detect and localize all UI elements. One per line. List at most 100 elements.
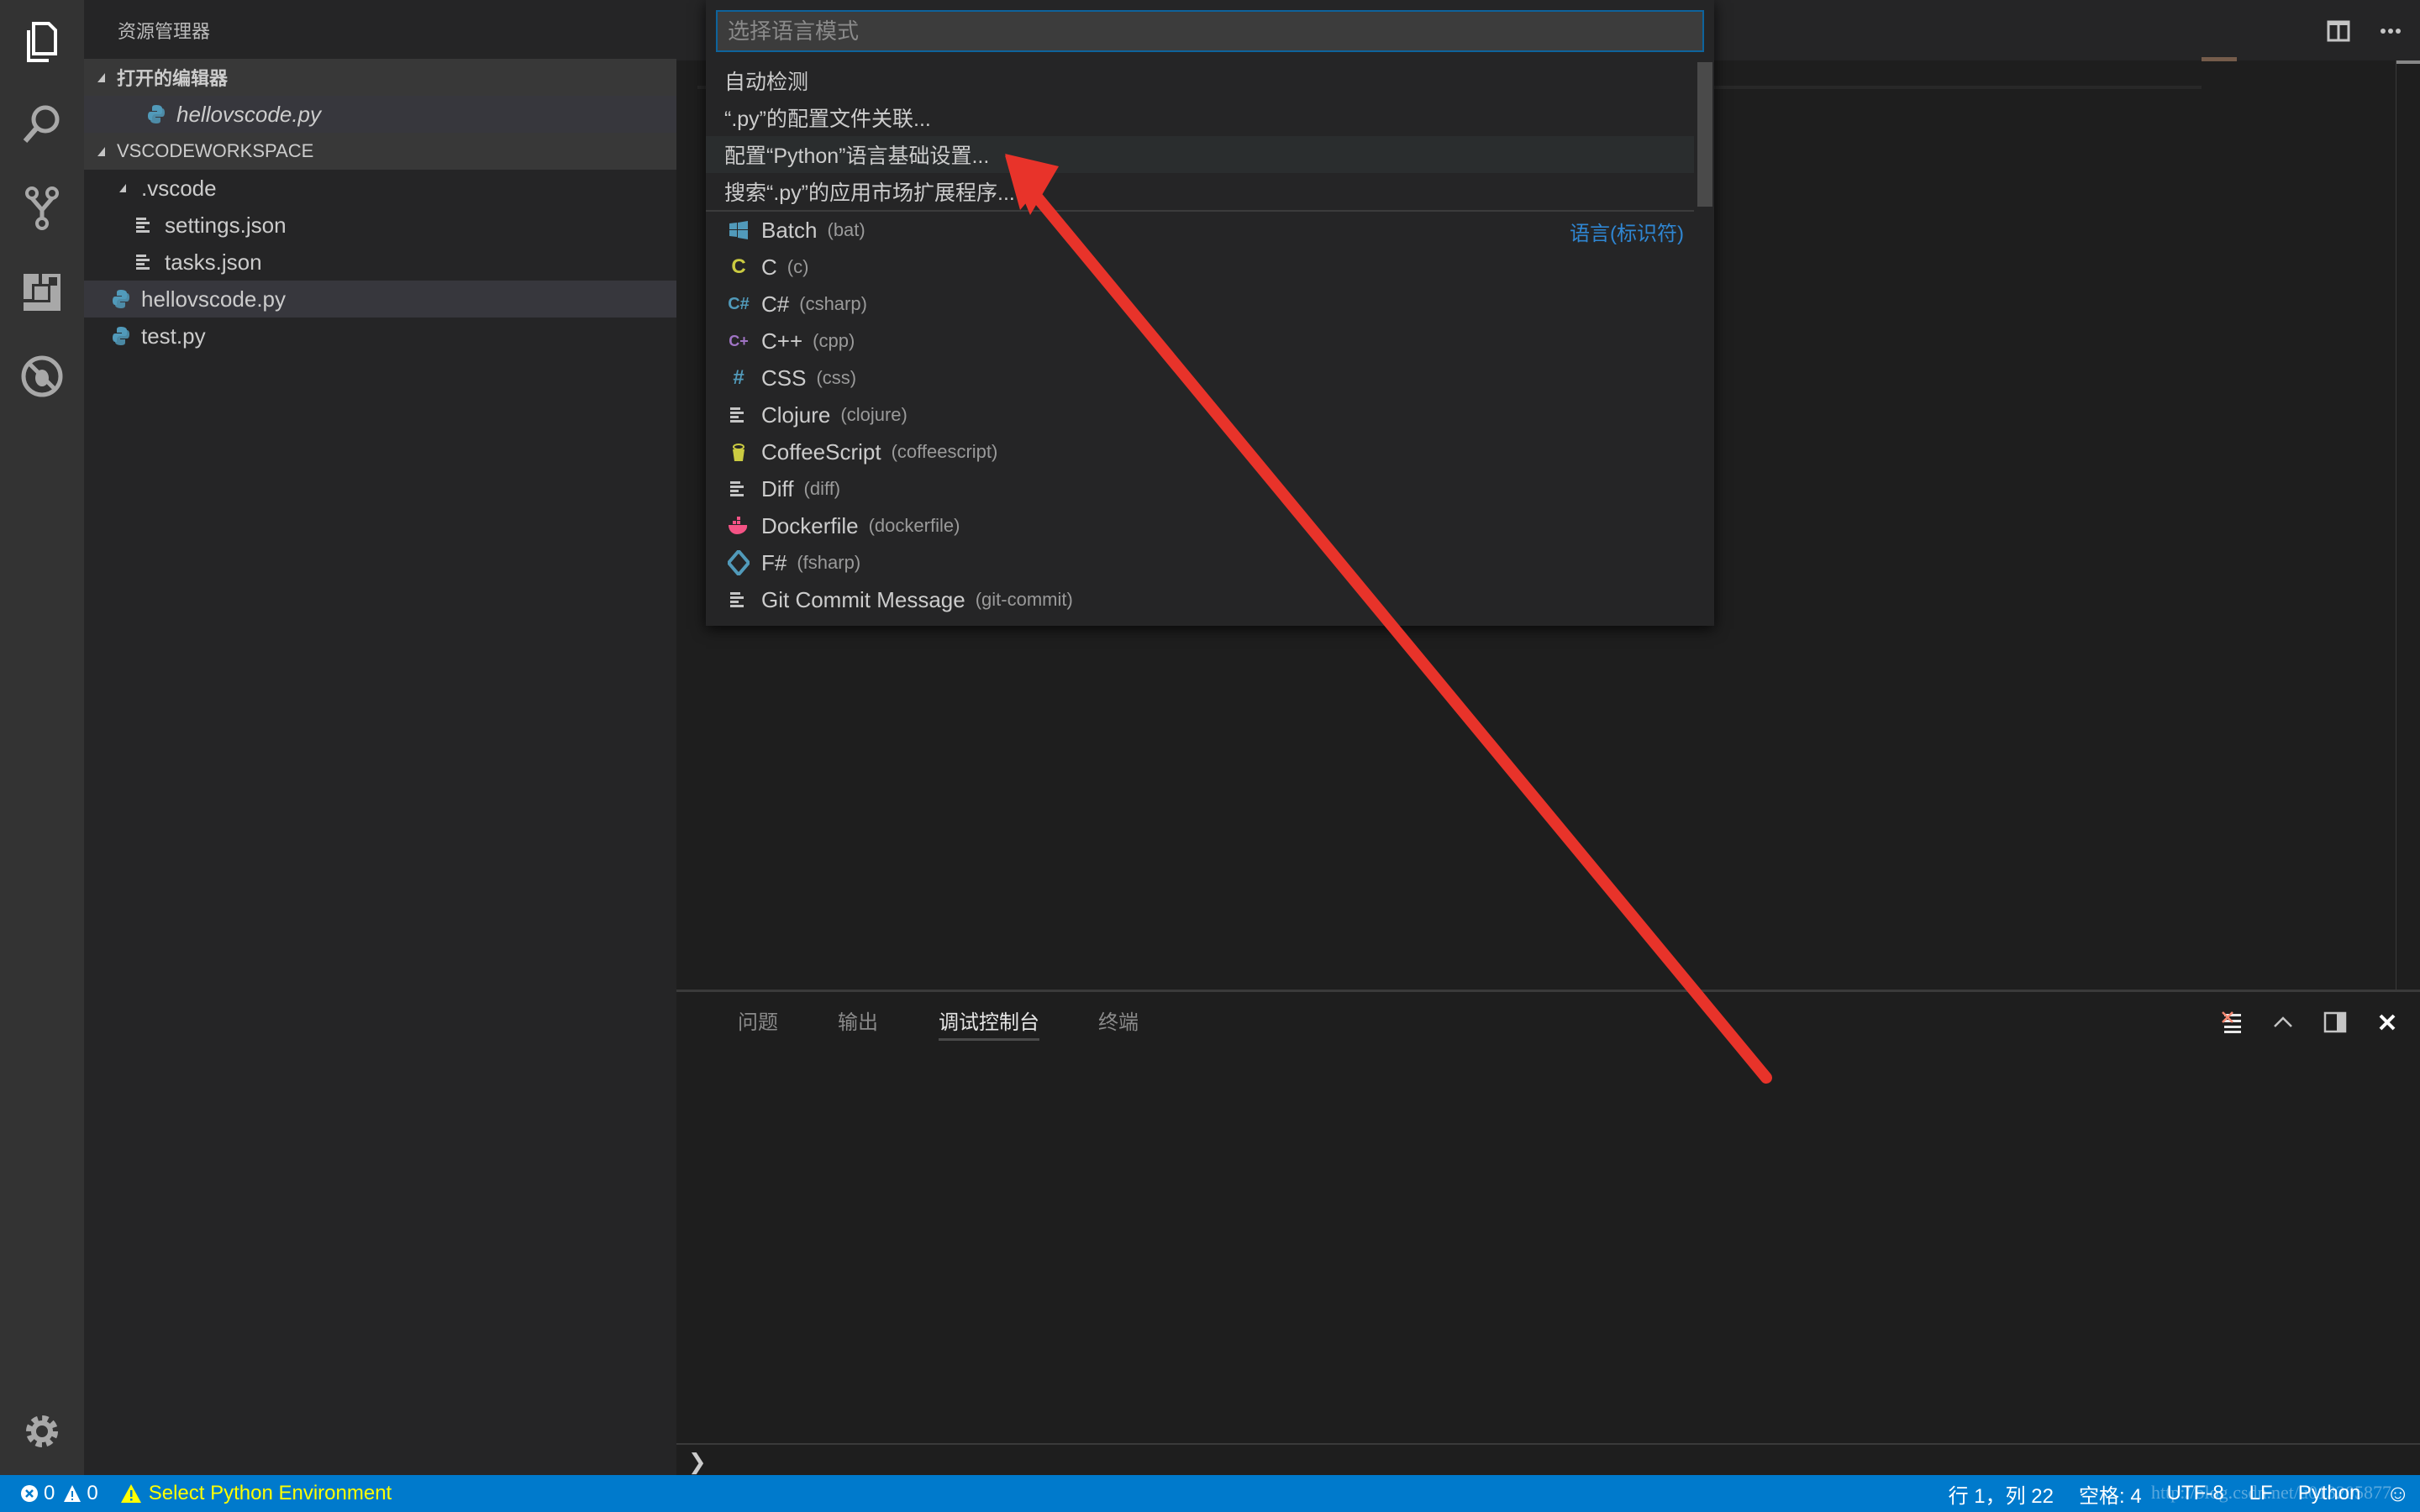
language-id: (coffeescript) xyxy=(891,441,998,462)
problems-status[interactable]: 0 0 xyxy=(20,1482,98,1505)
fsharp-icon xyxy=(728,550,750,575)
language-name: C++ xyxy=(761,328,803,354)
search-icon[interactable] xyxy=(18,101,66,148)
tab-problems[interactable]: 问题 xyxy=(738,1005,778,1035)
more-actions-icon[interactable] xyxy=(2378,18,2403,44)
toggle-panel-position-icon[interactable] xyxy=(2323,1011,2347,1034)
coffee-icon xyxy=(728,441,750,463)
tree-item-label: hellovscode.py xyxy=(141,286,286,312)
language-id: (bat) xyxy=(827,219,865,240)
language-item[interactable]: Batch (bat) xyxy=(706,212,1694,249)
language-name: Batch xyxy=(761,217,818,243)
source-control-icon[interactable] xyxy=(18,185,66,232)
expanded-icon xyxy=(97,72,105,82)
warning-icon xyxy=(120,1484,141,1503)
c-icon: C xyxy=(731,255,746,278)
warning-count: 0 xyxy=(87,1482,98,1504)
expanded-icon xyxy=(97,146,105,156)
language-id: (fsharp) xyxy=(797,552,861,573)
language-id: (clojure) xyxy=(840,404,908,425)
explorer-sidebar: 资源管理器 打开的编辑器 hellovscode.py VSCODEWORKSP… xyxy=(84,0,676,1475)
python-icon xyxy=(113,290,129,308)
language-id: (c) xyxy=(786,256,809,277)
workspace-label: VSCODEWORKSPACE xyxy=(117,140,314,161)
error-count: 0 xyxy=(44,1482,55,1504)
tree-item-file[interactable]: settings.json xyxy=(84,207,676,244)
action-auto-detect[interactable]: 自动检测 xyxy=(706,62,1694,99)
language-item[interactable]: Clojure (clojure) xyxy=(706,396,1694,433)
language-item[interactable]: C# C# (csharp) xyxy=(706,286,1694,323)
language-item[interactable]: F# (fsharp) xyxy=(706,544,1694,581)
warning-icon xyxy=(64,1485,82,1502)
quick-pick-scrollbar[interactable] xyxy=(1697,62,1712,207)
activity-bar xyxy=(0,0,84,1475)
language-item[interactable]: Dockerfile (dockerfile) xyxy=(706,507,1694,544)
action-configure-language-settings[interactable]: 配置“Python”语言基础设置... xyxy=(706,136,1694,173)
language-name: C# xyxy=(761,291,790,317)
csharp-icon: C# xyxy=(728,294,750,313)
settings-gear-icon[interactable] xyxy=(18,1408,66,1455)
language-id: (dockerfile) xyxy=(868,515,960,536)
language-id: (csharp) xyxy=(799,293,867,314)
lines-icon xyxy=(136,216,153,234)
minimap[interactable] xyxy=(2202,57,2237,61)
tab-debug-console[interactable]: 调试控制台 xyxy=(939,1005,1039,1041)
language-name: CoffeeScript xyxy=(761,438,881,465)
language-item[interactable]: Git Commit Message (git-commit) xyxy=(706,581,1694,618)
tree-item-file[interactable]: tasks.json xyxy=(84,244,676,281)
tab-output[interactable]: 输出 xyxy=(838,1005,878,1035)
open-editors-header[interactable]: 打开的编辑器 xyxy=(84,59,676,96)
debug-icon[interactable] xyxy=(18,353,66,400)
tree-item-file[interactable]: test.py xyxy=(84,318,676,354)
language-item[interactable]: # CSS (css) xyxy=(706,360,1694,396)
language-id: (cpp) xyxy=(813,330,855,351)
open-editor-item[interactable]: hellovscode.py xyxy=(84,96,676,133)
lines-icon xyxy=(728,478,750,500)
extensions-icon[interactable] xyxy=(18,269,66,316)
tree-item-folder[interactable]: .vscode xyxy=(84,170,676,207)
repl-divider xyxy=(676,1443,2420,1445)
open-editors-label: 打开的编辑器 xyxy=(117,68,229,89)
language-name: C xyxy=(761,254,777,280)
language-item[interactable]: Diff (diff) xyxy=(706,470,1694,507)
open-editor-name: hellovscode.py xyxy=(176,101,321,127)
split-editor-icon[interactable] xyxy=(2326,18,2351,44)
language-mode-input[interactable] xyxy=(716,10,1704,52)
sidebar-title: 资源管理器 xyxy=(118,21,211,42)
tree-item-file-selected[interactable]: hellovscode.py xyxy=(84,281,676,318)
windows-icon xyxy=(728,219,750,241)
python-icon xyxy=(113,327,129,345)
language-id: (git-commit) xyxy=(975,589,1073,610)
workspace-header[interactable]: VSCODEWORKSPACE xyxy=(84,133,676,170)
explorer-icon[interactable] xyxy=(18,18,66,66)
python-icon xyxy=(148,105,165,123)
docker-icon xyxy=(728,515,750,537)
repl-input[interactable]: ❯ xyxy=(688,1449,707,1475)
cursor-position[interactable]: 行 1，列 22 xyxy=(1949,1479,2054,1509)
editor-scrollbar[interactable] xyxy=(2396,60,2420,64)
clear-console-icon[interactable] xyxy=(2221,1011,2244,1034)
language-item[interactable]: C+ C++ (cpp) xyxy=(706,323,1694,360)
maximize-panel-icon[interactable] xyxy=(2271,1011,2295,1034)
cpp-icon: C+ xyxy=(729,332,749,349)
error-icon xyxy=(21,1485,38,1502)
language-item[interactable]: CoffeeScript (coffeescript) xyxy=(706,433,1694,470)
hash-icon: # xyxy=(733,366,744,389)
indentation[interactable]: 空格: 4 xyxy=(2079,1479,2142,1509)
language-name: Diff xyxy=(761,475,794,501)
language-item[interactable]: C C (c) xyxy=(706,249,1694,286)
tab-terminal[interactable]: 终端 xyxy=(1098,1005,1139,1035)
tree-item-label: test.py xyxy=(141,323,206,349)
language-name: Dockerfile xyxy=(761,512,859,538)
lines-icon xyxy=(136,253,153,271)
action-search-marketplace[interactable]: 搜索“.py”的应用市场扩展程序... xyxy=(706,173,1694,210)
language-name: F# xyxy=(761,549,787,575)
close-panel-icon[interactable] xyxy=(2375,1011,2399,1034)
language-name: Git Commit Message xyxy=(761,586,965,612)
bottom-panel: 问题 输出 调试控制台 终端 ❯ xyxy=(676,990,2420,1475)
select-python-environment[interactable]: Select Python Environment xyxy=(120,1482,392,1505)
action-file-association[interactable]: “.py”的配置文件关联... xyxy=(706,99,1694,136)
tree-item-label: tasks.json xyxy=(165,249,262,275)
language-id: (css) xyxy=(816,367,857,388)
lines-icon xyxy=(728,404,750,426)
